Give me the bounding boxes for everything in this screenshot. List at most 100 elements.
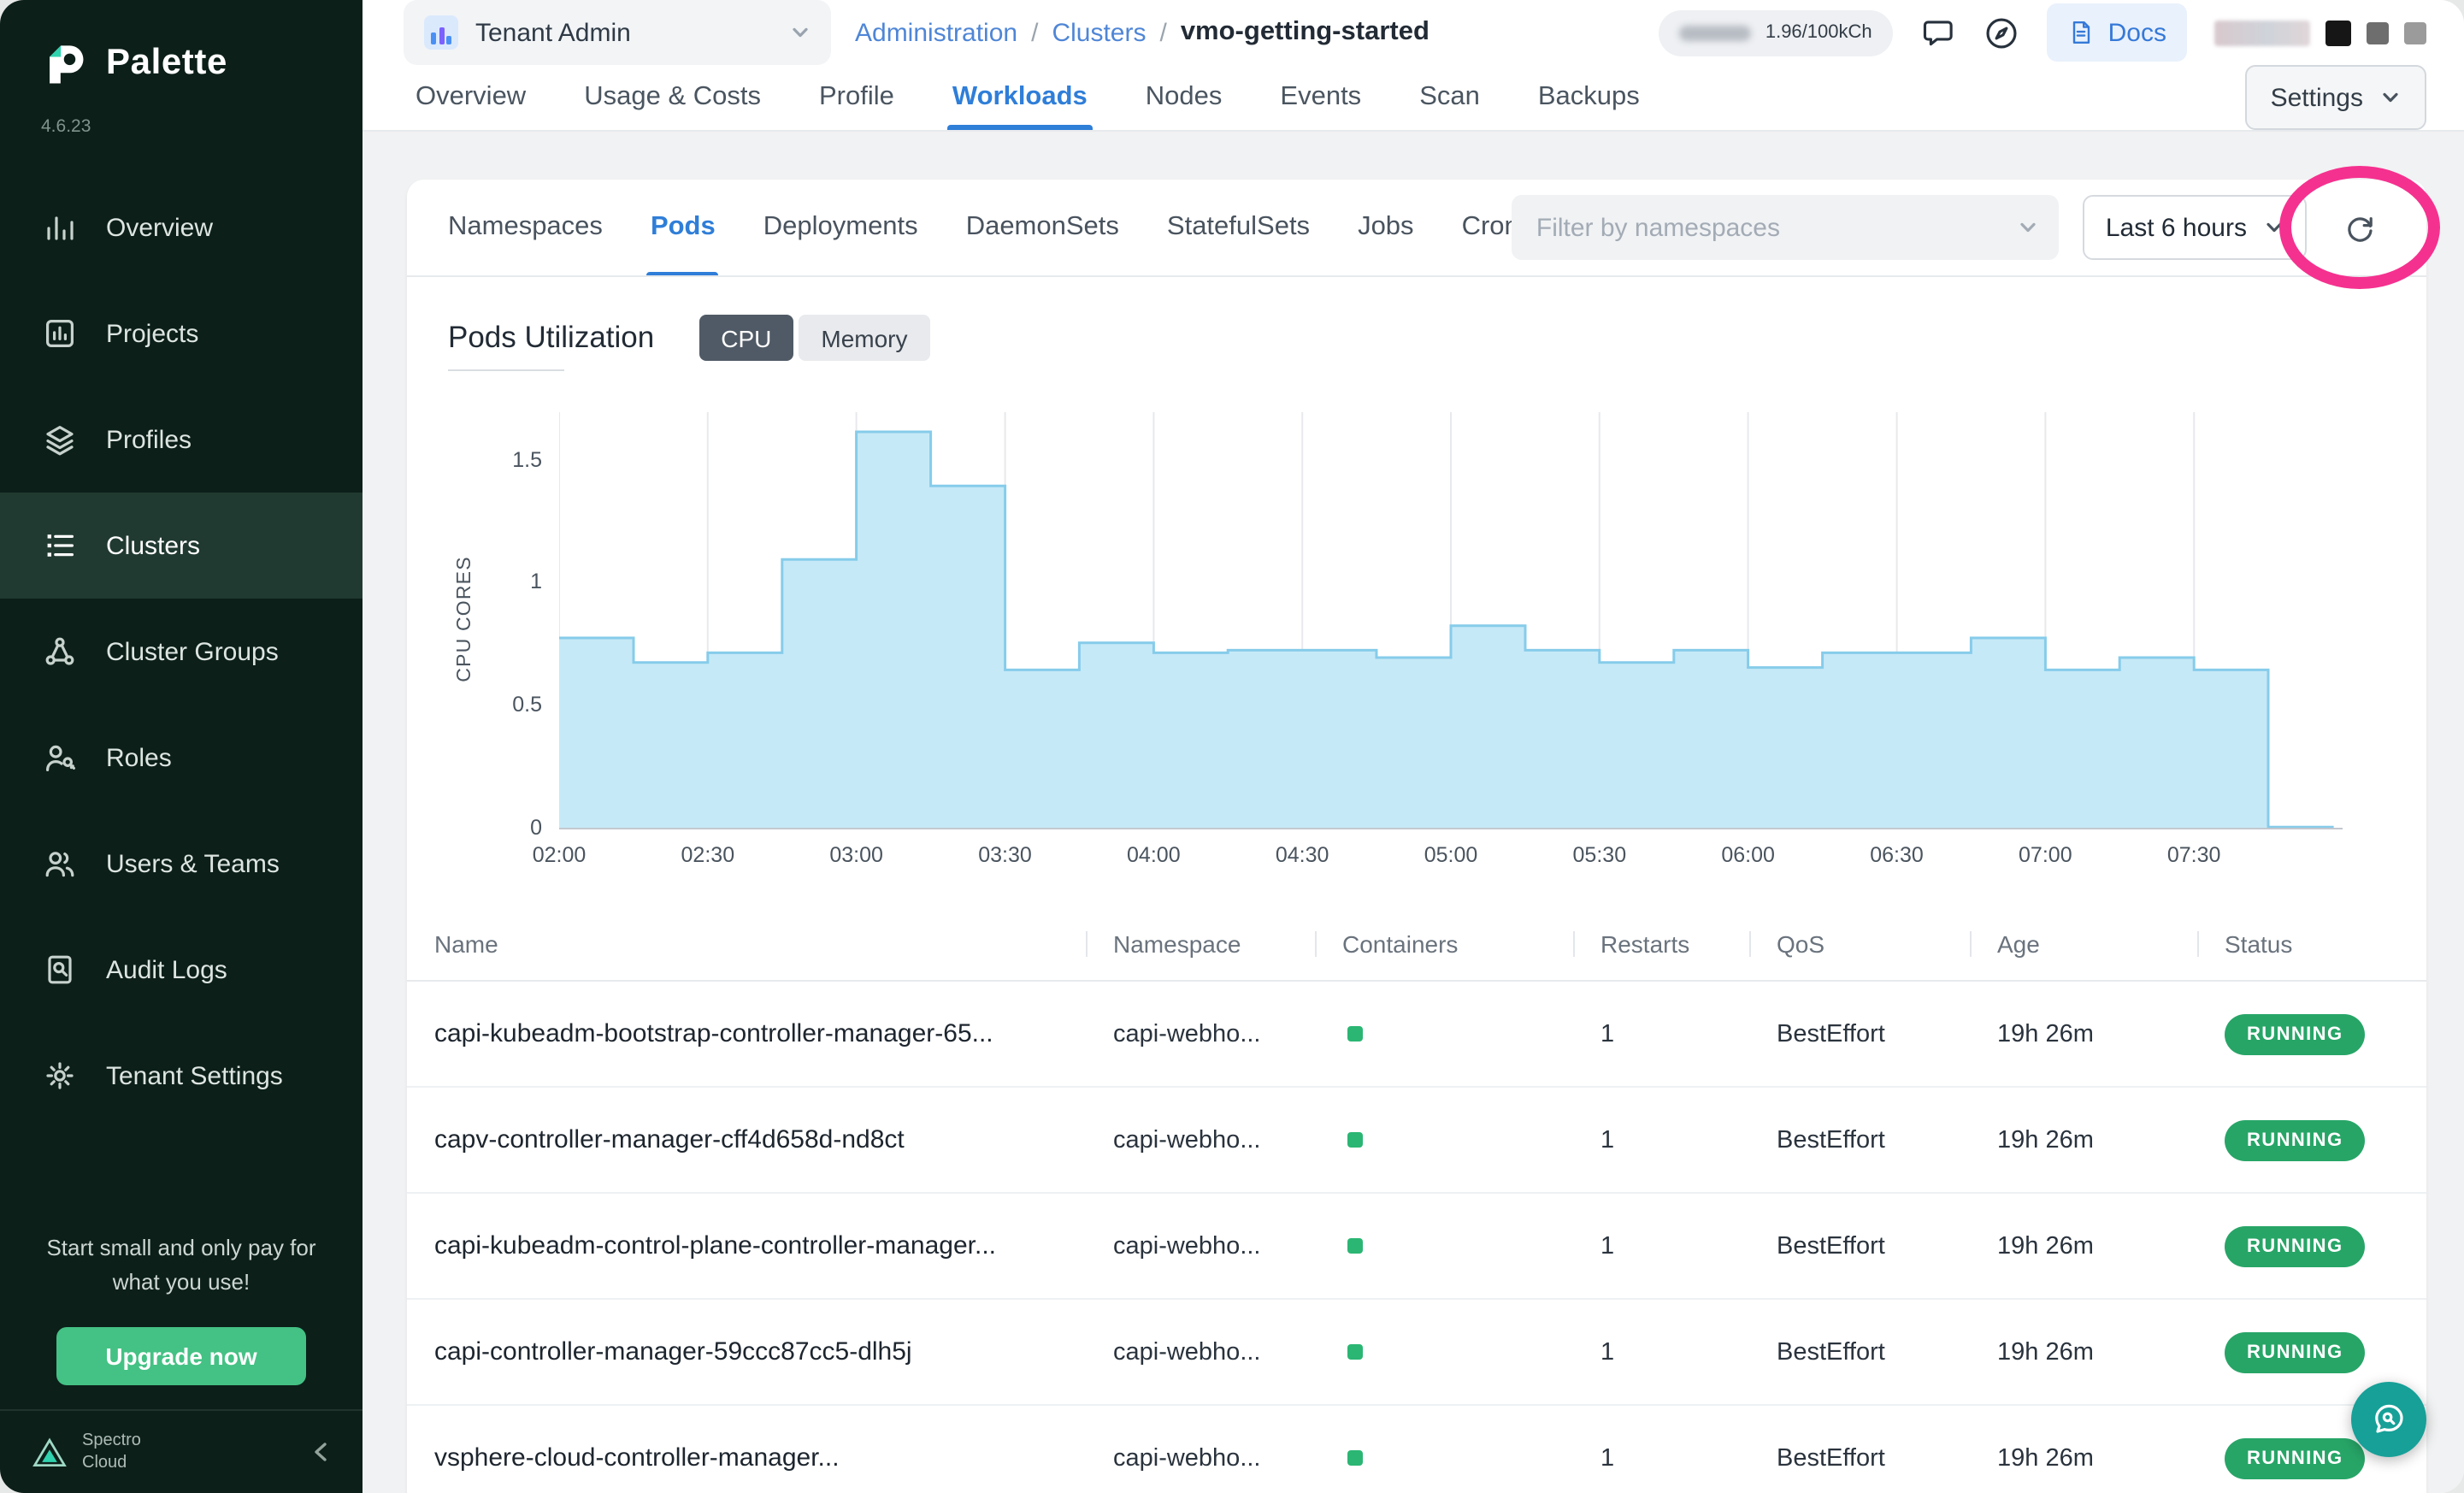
tab-events[interactable]: Events (1280, 65, 1361, 130)
pod-name[interactable]: capi-kubeadm-bootstrap-controller-manage… (407, 1019, 1086, 1048)
main-area: Tenant Admin Administration / Clusters /… (363, 0, 2464, 1493)
tab-scan[interactable]: Scan (1419, 65, 1480, 130)
subtab-pods[interactable]: Pods (651, 180, 716, 275)
promo-text: Start small and only pay for what you us… (34, 1230, 328, 1300)
namespace-filter-input[interactable] (1533, 211, 2005, 244)
pod-containers (1315, 1444, 1573, 1472)
upgrade-now-button[interactable]: Upgrade now (56, 1327, 306, 1385)
sidebar-nav: Overview Projects Profiles Clusters Clus… (0, 174, 363, 1129)
cpu-toggle-button[interactable]: CPU (699, 315, 793, 361)
sidebar-item-label: Users & Teams (106, 849, 280, 878)
column-header-status[interactable]: Status (2197, 930, 2426, 958)
sidebar-item-roles[interactable]: Roles (0, 705, 363, 811)
pod-namespace: capi-webho... (1086, 1338, 1315, 1366)
explore-button[interactable] (1984, 15, 2019, 50)
tenant-selector[interactable]: Tenant Admin (404, 0, 831, 65)
column-header-qos[interactable]: QoS (1749, 930, 1970, 958)
pod-name[interactable]: capv-controller-manager-cff4d658d-nd8ct (407, 1125, 1086, 1154)
time-range-value: Last 6 hours (2106, 213, 2247, 242)
pod-name[interactable]: capi-controller-manager-59ccc87cc5-dlh5j (407, 1337, 1086, 1366)
subtab-namespaces[interactable]: Namespaces (448, 180, 603, 275)
workload-controls: Last 6 hours (1512, 195, 2389, 260)
table-row[interactable]: capi-controller-manager-59ccc87cc5-dlh5j… (407, 1300, 2426, 1406)
tenant-selector-label: Tenant Admin (475, 18, 631, 47)
docs-button[interactable]: Docs (2047, 3, 2187, 62)
pod-restarts: 1 (1573, 1338, 1749, 1366)
chart-plot-area (559, 412, 2343, 829)
subtab-statefulsets[interactable]: StatefulSets (1167, 180, 1310, 275)
workloads-card: Namespaces Pods Deployments DaemonSets S… (407, 180, 2426, 1493)
overview-icon (43, 210, 77, 245)
usage-credits-pill: 1.96/100kCh (1659, 9, 1893, 56)
area-chart (559, 412, 2343, 829)
top-bar: Tenant Admin Administration / Clusters /… (363, 0, 2464, 65)
time-range-select[interactable]: Last 6 hours (2084, 195, 2307, 260)
chevron-down-icon (2380, 87, 2401, 108)
tab-overview[interactable]: Overview (416, 65, 526, 130)
pods-utilization-section: Pods Utilization CPU Memory CPU CORES 00… (407, 277, 2426, 884)
table-row[interactable]: capi-kubeadm-control-plane-controller-ma… (407, 1194, 2426, 1300)
pod-namespace: capi-webho... (1086, 1444, 1315, 1472)
sidebar-item-label: Clusters (106, 531, 200, 560)
column-header-age[interactable]: Age (1970, 930, 2197, 958)
subtab-deployments[interactable]: Deployments (763, 180, 918, 275)
refresh-icon (2343, 210, 2377, 245)
sidebar-item-users-teams[interactable]: Users & Teams (0, 811, 363, 917)
subtab-cronjobs[interactable]: CronJobs (1462, 180, 1512, 275)
breadcrumb-administration[interactable]: Administration (855, 18, 1017, 47)
tab-backups[interactable]: Backups (1538, 65, 1640, 130)
cluster-tab-bar: Overview Usage & Costs Profile Workloads… (363, 65, 2464, 132)
pod-containers (1315, 1232, 1573, 1260)
palette-logo: Palette (0, 0, 363, 89)
chevron-down-icon[interactable] (2019, 217, 2039, 238)
sidebar-item-profiles[interactable]: Profiles (0, 387, 363, 493)
table-row[interactable]: vsphere-cloud-controller-manager... capi… (407, 1406, 2426, 1493)
pod-restarts: 1 (1573, 1020, 1749, 1047)
tab-usage-costs[interactable]: Usage & Costs (584, 65, 761, 130)
tab-profile[interactable]: Profile (819, 65, 894, 130)
column-header-restarts[interactable]: Restarts (1573, 930, 1749, 958)
support-chat-button[interactable] (2351, 1382, 2426, 1457)
content-area: Namespaces Pods Deployments DaemonSets S… (363, 132, 2464, 1493)
breadcrumb: Administration / Clusters / vmo-getting-… (855, 17, 1429, 48)
sidebar-item-projects[interactable]: Projects (0, 280, 363, 387)
column-header-namespace[interactable]: Namespace (1086, 930, 1315, 958)
support-chat-icon (2370, 1401, 2408, 1438)
table-row[interactable]: capv-controller-manager-cff4d658d-nd8ct … (407, 1088, 2426, 1194)
breadcrumb-clusters[interactable]: Clusters (1052, 18, 1146, 47)
docs-label: Docs (2108, 18, 2166, 47)
sidebar-item-clusters[interactable]: Clusters (0, 493, 363, 599)
chat-button[interactable] (1920, 15, 1956, 50)
refresh-button[interactable] (2343, 210, 2377, 245)
sidebar-item-tenant-settings[interactable]: Tenant Settings (0, 1023, 363, 1129)
pod-restarts: 1 (1573, 1232, 1749, 1260)
subtab-daemonsets[interactable]: DaemonSets (966, 180, 1119, 275)
sidebar-collapse-button[interactable] (308, 1438, 335, 1466)
column-header-containers[interactable]: Containers (1315, 930, 1573, 958)
workload-subtabs: Namespaces Pods Deployments DaemonSets S… (407, 180, 1512, 275)
pod-qos: BestEffort (1749, 1444, 1970, 1472)
document-icon (2067, 19, 2095, 46)
tab-workloads[interactable]: Workloads (952, 65, 1088, 130)
memory-toggle-button[interactable]: Memory (799, 315, 929, 361)
sidebar-item-label: Audit Logs (106, 955, 227, 984)
pod-status: RUNNING (2197, 1013, 2426, 1054)
pod-name[interactable]: capi-kubeadm-control-plane-controller-ma… (407, 1231, 1086, 1260)
container-status-square (1347, 1343, 1363, 1359)
pod-age: 19h 26m (1970, 1020, 2197, 1047)
table-row[interactable]: capi-kubeadm-bootstrap-controller-manage… (407, 982, 2426, 1088)
settings-button[interactable]: Settings (2245, 65, 2426, 130)
sidebar-item-cluster-groups[interactable]: Cluster Groups (0, 599, 363, 705)
subtab-jobs[interactable]: Jobs (1358, 180, 1414, 275)
pod-name[interactable]: vsphere-cloud-controller-manager... (407, 1443, 1086, 1472)
sidebar-item-overview[interactable]: Overview (0, 174, 363, 280)
refresh-area (2331, 198, 2389, 257)
sidebar-item-audit-logs[interactable]: Audit Logs (0, 917, 363, 1023)
column-header-name[interactable]: Name (407, 930, 1086, 958)
tenant-icon (424, 15, 458, 50)
palette-logo-icon (38, 38, 89, 89)
sidebar-item-label: Tenant Settings (106, 1061, 283, 1090)
pod-containers (1315, 1126, 1573, 1154)
tab-nodes[interactable]: Nodes (1146, 65, 1223, 130)
breadcrumb-separator: / (1031, 18, 1038, 47)
